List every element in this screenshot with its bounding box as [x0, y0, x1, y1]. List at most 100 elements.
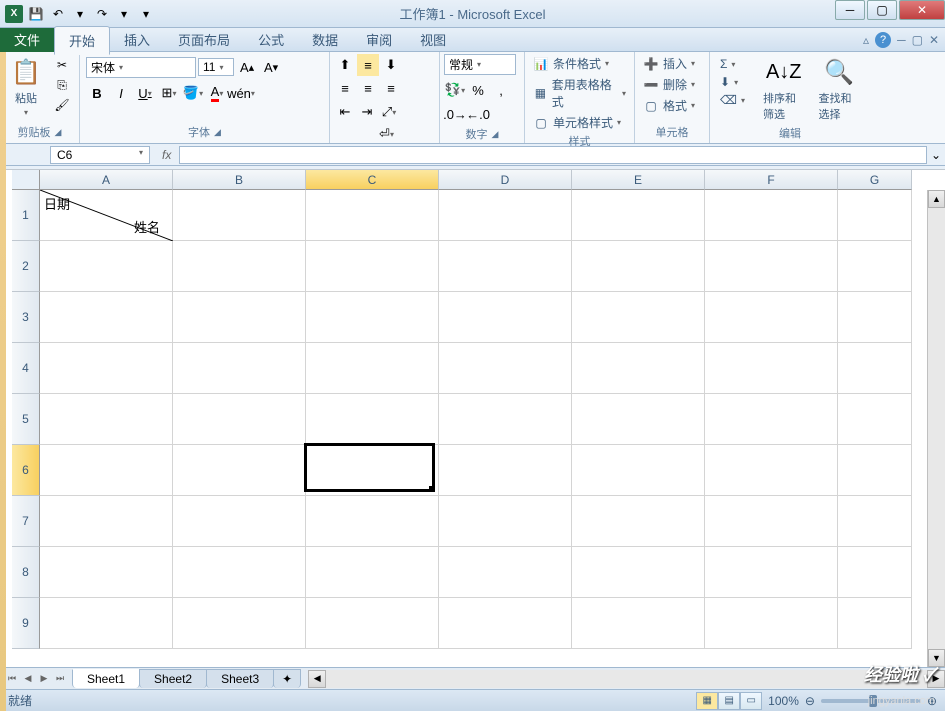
- doc-restore-icon[interactable]: ▢: [912, 33, 923, 47]
- cell-B7[interactable]: [173, 496, 306, 547]
- cell-A1[interactable]: 日期姓名: [40, 190, 173, 241]
- page-break-button[interactable]: ▭: [740, 692, 762, 710]
- align-top-icon[interactable]: ⬆: [334, 54, 356, 76]
- cell-F8[interactable]: [705, 547, 838, 598]
- number-launcher[interactable]: ◢: [492, 129, 499, 140]
- cell-D6[interactable]: [439, 445, 572, 496]
- row-header-6[interactable]: 6: [12, 445, 40, 496]
- tab-last-icon[interactable]: ⏭: [52, 670, 68, 688]
- cell-G6[interactable]: [838, 445, 912, 496]
- cell-D2[interactable]: [439, 241, 572, 292]
- cell-D4[interactable]: [439, 343, 572, 394]
- wrap-text-button[interactable]: ⏎▾: [338, 123, 435, 145]
- cell-E1[interactable]: [572, 190, 705, 241]
- cell-B2[interactable]: [173, 241, 306, 292]
- fill-button[interactable]: ⬇▾: [716, 74, 749, 90]
- cell-G1[interactable]: [838, 190, 912, 241]
- number-format-select[interactable]: 常规▾: [444, 54, 516, 75]
- cell-F7[interactable]: [705, 496, 838, 547]
- file-tab[interactable]: 文件: [0, 28, 54, 52]
- cell-F3[interactable]: [705, 292, 838, 343]
- cell-B9[interactable]: [173, 598, 306, 649]
- cell-style-button[interactable]: ▢单元格样式▾: [529, 113, 630, 132]
- save-icon[interactable]: 💾: [26, 4, 46, 24]
- row-header-2[interactable]: 2: [12, 241, 40, 292]
- cell-C3[interactable]: [306, 292, 439, 343]
- page-layout-button[interactable]: ▤: [718, 692, 740, 710]
- cell-A4[interactable]: [40, 343, 173, 394]
- fill-color-button[interactable]: 🪣▾: [182, 82, 204, 104]
- tab-prev-icon[interactable]: ◀: [20, 670, 36, 688]
- col-header-G[interactable]: G: [838, 170, 912, 190]
- col-header-B[interactable]: B: [173, 170, 306, 190]
- scroll-up-icon[interactable]: ▲: [928, 190, 945, 208]
- cut-icon[interactable]: ✂: [52, 56, 72, 74]
- cell-A6[interactable]: [40, 445, 173, 496]
- expand-formula-icon[interactable]: ⌄: [927, 148, 945, 162]
- cell-C1[interactable]: [306, 190, 439, 241]
- row-header-3[interactable]: 3: [12, 292, 40, 343]
- table-format-button[interactable]: ▦套用表格格式▾: [529, 75, 630, 111]
- cell-C8[interactable]: [306, 547, 439, 598]
- phonetic-button[interactable]: wén▾: [230, 82, 252, 104]
- cell-F2[interactable]: [705, 241, 838, 292]
- copy-icon[interactable]: ⎘: [52, 76, 72, 94]
- tab-home[interactable]: 开始: [54, 26, 110, 55]
- zoom-level[interactable]: 100%: [768, 694, 799, 708]
- font-size-select[interactable]: 11▾: [198, 58, 234, 76]
- cell-A5[interactable]: [40, 394, 173, 445]
- cell-E7[interactable]: [572, 496, 705, 547]
- comma-icon[interactable]: ,: [490, 79, 512, 101]
- cell-F4[interactable]: [705, 343, 838, 394]
- cell-A9[interactable]: [40, 598, 173, 649]
- orientation-icon[interactable]: ⤢▾: [378, 101, 400, 123]
- cell-B6[interactable]: [173, 445, 306, 496]
- help-button[interactable]: ?: [875, 32, 891, 48]
- cell-B4[interactable]: [173, 343, 306, 394]
- cell-F6[interactable]: [705, 445, 838, 496]
- cell-E3[interactable]: [572, 292, 705, 343]
- minimize-button[interactable]: ─: [835, 0, 865, 20]
- cell-E2[interactable]: [572, 241, 705, 292]
- cell-C7[interactable]: [306, 496, 439, 547]
- zoom-out-button[interactable]: ⊖: [805, 694, 815, 708]
- align-bottom-icon[interactable]: ⬇: [380, 54, 402, 76]
- sheet-tab-sheet3[interactable]: Sheet3: [206, 669, 274, 688]
- decrease-indent-icon[interactable]: ⇤: [334, 101, 356, 123]
- row-header-7[interactable]: 7: [12, 496, 40, 547]
- font-color-button[interactable]: A▾: [206, 82, 228, 104]
- cell-C5[interactable]: [306, 394, 439, 445]
- cell-A2[interactable]: [40, 241, 173, 292]
- sheet-tab-sheet2[interactable]: Sheet2: [139, 669, 207, 688]
- find-select-button[interactable]: 🔍 查找和选择: [812, 54, 866, 124]
- cell-F1[interactable]: [705, 190, 838, 241]
- align-middle-icon[interactable]: ≡: [357, 54, 379, 76]
- name-box[interactable]: C6▾: [50, 146, 150, 164]
- cell-G8[interactable]: [838, 547, 912, 598]
- delete-cells-button[interactable]: ➖删除▾: [639, 75, 705, 94]
- vertical-scrollbar[interactable]: ▲ ▼: [927, 190, 945, 667]
- tab-formula[interactable]: 公式: [244, 26, 298, 53]
- clear-button[interactable]: ⌫▾: [716, 92, 749, 108]
- cell-E9[interactable]: [572, 598, 705, 649]
- doc-minimize-icon[interactable]: ─: [897, 33, 906, 47]
- clipboard-launcher[interactable]: ◢: [55, 127, 62, 138]
- formula-input[interactable]: [179, 146, 927, 164]
- tab-next-icon[interactable]: ▶: [36, 670, 52, 688]
- close-button[interactable]: ✕: [899, 0, 945, 20]
- sort-filter-button[interactable]: A↓Z 排序和筛选: [757, 54, 811, 124]
- percent-icon[interactable]: %: [467, 79, 489, 101]
- cell-A3[interactable]: [40, 292, 173, 343]
- cell-G7[interactable]: [838, 496, 912, 547]
- cell-E8[interactable]: [572, 547, 705, 598]
- cell-D5[interactable]: [439, 394, 572, 445]
- row-header-5[interactable]: 5: [12, 394, 40, 445]
- doc-close-icon[interactable]: ✕: [929, 33, 939, 47]
- cell-D7[interactable]: [439, 496, 572, 547]
- cell-E5[interactable]: [572, 394, 705, 445]
- cell-C4[interactable]: [306, 343, 439, 394]
- format-cells-button[interactable]: ▢格式▾: [639, 96, 705, 115]
- underline-button[interactable]: U▾: [134, 82, 156, 104]
- maximize-button[interactable]: ▢: [867, 0, 897, 20]
- cell-A8[interactable]: [40, 547, 173, 598]
